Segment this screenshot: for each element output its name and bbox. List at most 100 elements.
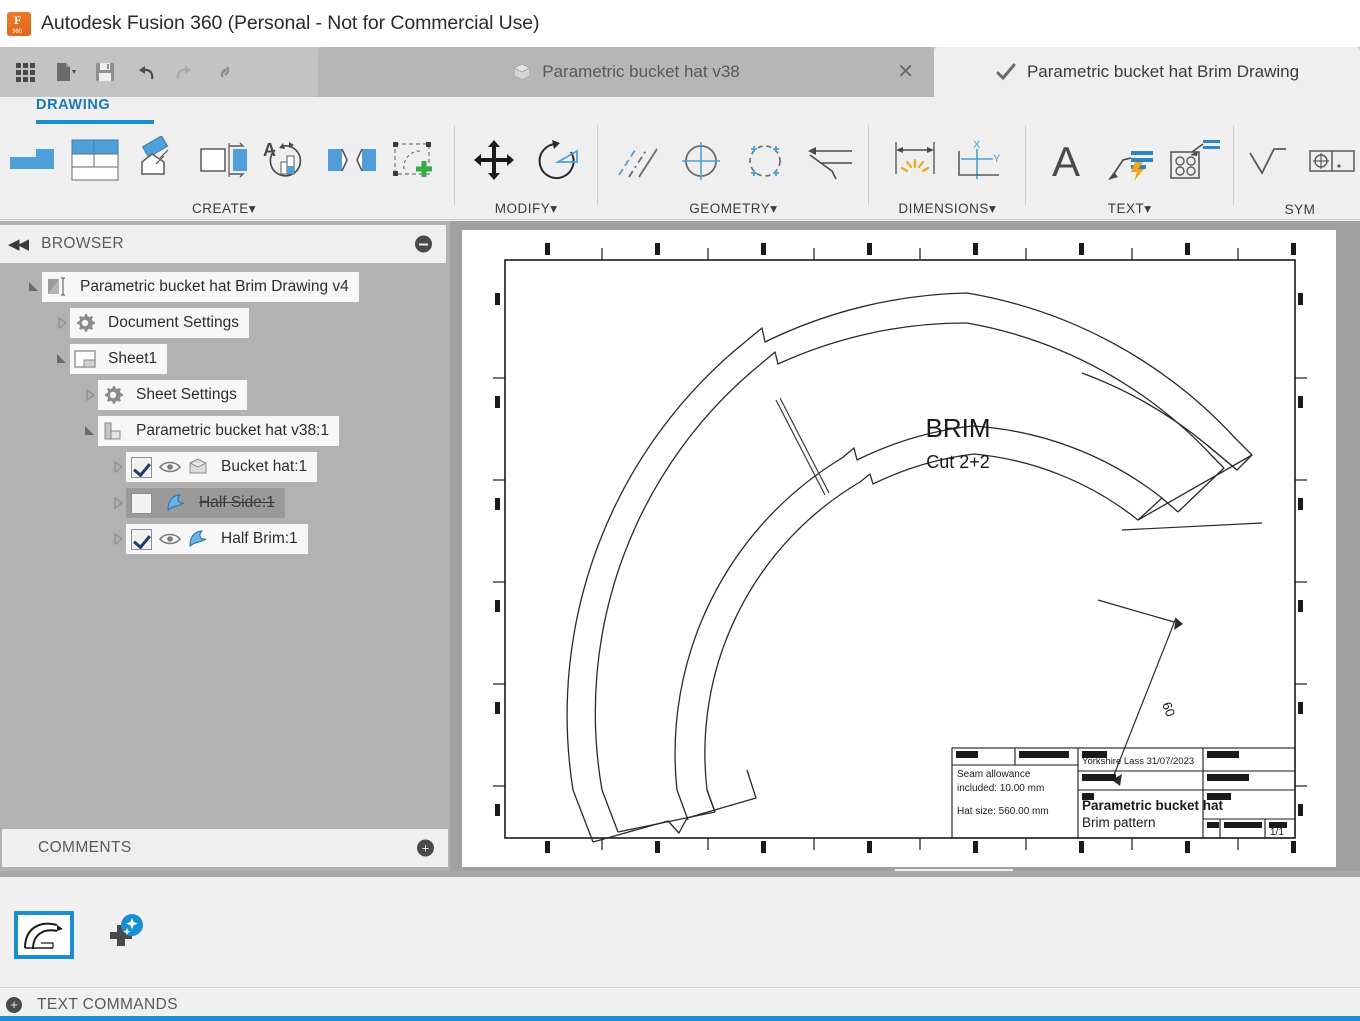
component-icon bbox=[98, 418, 128, 444]
redo-icon[interactable] bbox=[168, 55, 202, 89]
dimension-value[interactable]: 60 bbox=[1159, 700, 1178, 719]
twisty-collapsed-icon[interactable] bbox=[82, 387, 98, 403]
tree-item-brim-drawing[interactable]: Parametric bucket hat Brim Drawing v4 bbox=[0, 271, 450, 303]
panel-label-modify[interactable]: MODIFY▾ bbox=[495, 201, 558, 217]
leader-text-icon[interactable] bbox=[1098, 131, 1162, 191]
tree-item-body[interactable]: Bucket hat:1 bbox=[126, 452, 317, 482]
twisty-collapsed-icon[interactable] bbox=[110, 459, 126, 475]
panel-divider bbox=[1233, 125, 1234, 205]
app-title: Autodesk Fusion 360 (Personal - Not for … bbox=[41, 12, 539, 35]
panel-label-symbols[interactable]: SYM bbox=[1285, 202, 1316, 217]
title-block-part-title-line2[interactable]: Brim pattern bbox=[1082, 815, 1156, 830]
title-block-note-line2[interactable]: included: 10.00 mm bbox=[957, 783, 1044, 794]
drawing-sheet[interactable]: 60 BRIM Cut 2+2 bbox=[462, 230, 1336, 867]
file-icon[interactable] bbox=[48, 55, 82, 89]
sketch-icon[interactable] bbox=[384, 131, 448, 191]
ribbon-panels: A bbox=[0, 125, 1360, 220]
plus-circle-icon[interactable]: + bbox=[6, 997, 22, 1013]
tree-item-label: Document Settings bbox=[100, 314, 239, 332]
section-view-icon[interactable] bbox=[192, 131, 256, 191]
status-accent-bar bbox=[0, 1016, 1360, 1021]
view-subtitle[interactable]: Cut 2+2 bbox=[926, 452, 990, 472]
table-icon[interactable] bbox=[1162, 131, 1226, 191]
visibility-checkbox[interactable] bbox=[131, 457, 152, 478]
twisty-collapsed-icon[interactable] bbox=[110, 531, 126, 547]
center-mark-icon[interactable] bbox=[669, 131, 733, 191]
tree-item-label: Sheet1 bbox=[100, 350, 157, 368]
twisty-expanded-icon[interactable] bbox=[26, 279, 42, 295]
visibility-checkbox[interactable] bbox=[131, 493, 152, 514]
comments-bar[interactable]: COMMENTS + bbox=[2, 829, 448, 867]
collapse-left-icon[interactable]: ◀◀ bbox=[8, 235, 27, 253]
twisty-expanded-icon[interactable] bbox=[54, 351, 70, 367]
panel-label-create[interactable]: CREATE▾ bbox=[192, 201, 256, 217]
ribbon-tab-strip: DRAWING bbox=[0, 97, 1360, 122]
tree-item-body[interactable]: Half Side:1 bbox=[126, 488, 285, 518]
save-icon[interactable] bbox=[88, 55, 122, 89]
eye-icon[interactable] bbox=[157, 529, 183, 549]
tree-item-body[interactable]: Document Settings bbox=[70, 308, 249, 338]
eye-icon[interactable] bbox=[157, 457, 183, 477]
surface-texture-icon[interactable] bbox=[1236, 131, 1300, 191]
base-view-icon[interactable] bbox=[0, 131, 64, 191]
link-icon[interactable] bbox=[208, 55, 242, 89]
dimension-icon[interactable] bbox=[883, 131, 947, 191]
centerline-icon[interactable] bbox=[605, 131, 669, 191]
logo-letter: F bbox=[14, 13, 21, 28]
browser-header: ◀◀ BROWSER bbox=[0, 225, 446, 263]
panel-label-geometry[interactable]: GEOMETRY▾ bbox=[689, 201, 777, 217]
ordinate-dimension-icon[interactable]: X Y bbox=[947, 131, 1011, 191]
visibility-checkbox[interactable] bbox=[131, 529, 152, 550]
tree-item-body[interactable]: Half Brim:1 bbox=[126, 524, 308, 554]
text-icon[interactable]: A bbox=[1034, 131, 1098, 191]
move-icon[interactable] bbox=[462, 131, 526, 191]
drawing-canvas[interactable]: 60 BRIM Cut 2+2 bbox=[450, 221, 1360, 871]
tree-item-bucket-hat[interactable]: Bucket hat:1 bbox=[0, 451, 450, 483]
app-grid-icon[interactable] bbox=[8, 55, 42, 89]
tree-item-half-brim[interactable]: Half Brim:1 bbox=[0, 523, 450, 555]
close-icon[interactable]: ✕ bbox=[897, 62, 914, 82]
rotate-icon[interactable] bbox=[526, 131, 590, 191]
tree-item-component[interactable]: Parametric bucket hat v38:1 bbox=[0, 415, 450, 447]
tree-item-body[interactable]: Sheet1 bbox=[70, 344, 167, 374]
projected-view-icon[interactable] bbox=[64, 131, 128, 191]
undo-icon[interactable] bbox=[128, 55, 162, 89]
minus-circle-icon[interactable] bbox=[415, 236, 432, 253]
center-mark-pattern-icon[interactable] bbox=[733, 131, 797, 191]
tab-parametric-bucket-hat[interactable]: Parametric bucket hat v38 ✕ bbox=[318, 47, 934, 97]
ribbon-tab-underline bbox=[36, 120, 154, 124]
tree-item-sheet1[interactable]: Sheet1 bbox=[0, 343, 450, 375]
chevron-down-icon: ▾ bbox=[770, 201, 777, 216]
panel-label-text: TEXT bbox=[1108, 201, 1145, 216]
tree-item-body[interactable]: Sheet Settings bbox=[98, 380, 247, 410]
edge-extension-icon[interactable] bbox=[797, 131, 861, 191]
svg-text:A: A bbox=[1052, 138, 1080, 184]
title-block-note-line1[interactable]: Seam allowance bbox=[957, 769, 1031, 780]
tree-item-document-settings[interactable]: Document Settings bbox=[0, 307, 450, 339]
drawing-view-thumbnail[interactable] bbox=[14, 911, 74, 959]
plus-circle-icon[interactable]: + bbox=[417, 840, 434, 857]
tree-item-sheet-settings[interactable]: Sheet Settings bbox=[0, 379, 450, 411]
panel-label-text: GEOMETRY bbox=[689, 201, 770, 216]
tree-item-body[interactable]: Parametric bucket hat Brim Drawing v4 bbox=[42, 272, 359, 302]
title-block-note-line3[interactable]: Hat size: 560.00 mm bbox=[957, 806, 1049, 817]
tree-item-half-side[interactable]: Half Side:1 bbox=[0, 487, 450, 519]
auxiliary-view-icon[interactable] bbox=[128, 131, 192, 191]
feature-control-frame-icon[interactable] bbox=[1300, 131, 1360, 191]
twisty-collapsed-icon[interactable] bbox=[54, 315, 70, 331]
twisty-collapsed-icon[interactable] bbox=[110, 495, 126, 511]
panel-label-text[interactable]: TEXT▾ bbox=[1108, 201, 1152, 217]
tree-item-body[interactable]: Parametric bucket hat v38:1 bbox=[98, 416, 339, 446]
twisty-expanded-icon[interactable] bbox=[82, 423, 98, 439]
title-block-author-date[interactable]: Yorkshire Lass 31/07/2023 bbox=[1082, 756, 1194, 767]
title-block-part-title-line1[interactable]: Parametric bucket hat bbox=[1082, 798, 1224, 813]
ribbon-tab-drawing[interactable]: DRAWING bbox=[36, 97, 110, 113]
panel-label-dimensions[interactable]: DIMENSIONS▾ bbox=[898, 201, 996, 217]
tab-brim-drawing[interactable]: Parametric bucket hat Brim Drawing bbox=[934, 47, 1360, 97]
tree-item-label: Half Side:1 bbox=[191, 494, 275, 512]
detail-view-icon[interactable]: A bbox=[256, 131, 320, 191]
gear-icon bbox=[98, 382, 128, 408]
add-view-icon[interactable] bbox=[96, 912, 144, 958]
view-title[interactable]: BRIM bbox=[926, 413, 991, 443]
break-view-icon[interactable] bbox=[320, 131, 384, 191]
